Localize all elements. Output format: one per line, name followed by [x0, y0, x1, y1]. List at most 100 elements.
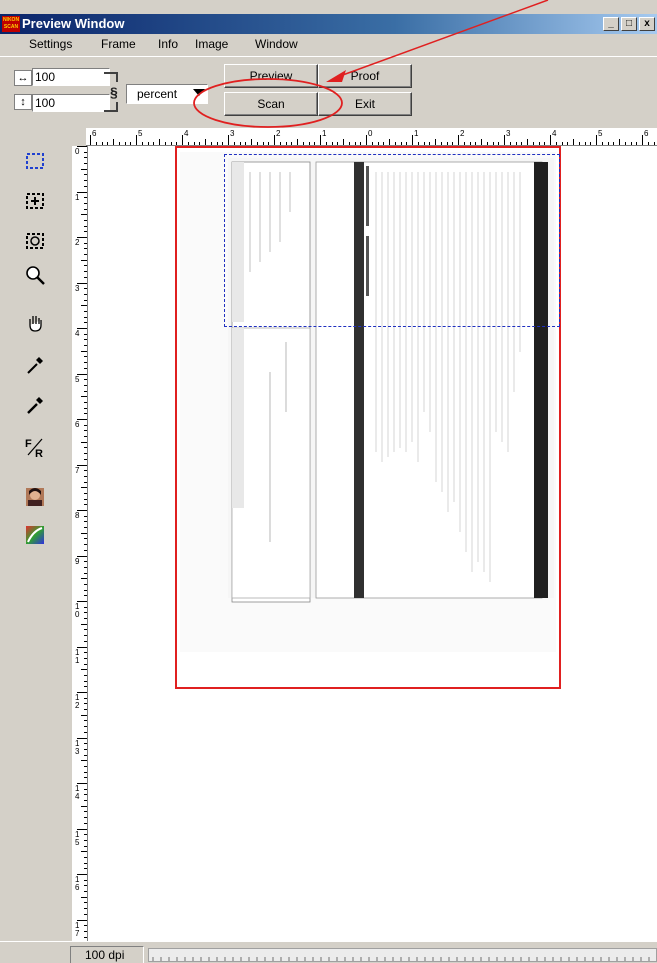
- ruler-tick: [343, 139, 344, 145]
- menu-window[interactable]: Window: [255, 37, 298, 51]
- eyedropper-alt-icon[interactable]: [24, 394, 46, 416]
- menu-info[interactable]: Info: [158, 37, 178, 51]
- dpi-indicator: 100 dpi: [70, 946, 144, 963]
- ruler-left-label: 1: [75, 192, 80, 202]
- ruler-tick: [383, 142, 385, 145]
- preview-canvas[interactable]: [88, 146, 657, 941]
- chevron-down-icon[interactable]: [193, 89, 205, 96]
- ruler-tick: [84, 703, 87, 705]
- ruler-tick: [532, 142, 534, 145]
- ruler-tick: [84, 384, 87, 386]
- ruler-tick: [84, 401, 87, 403]
- ruler-tick: [84, 157, 87, 159]
- close-button[interactable]: x: [639, 17, 655, 31]
- ruler-tick: [84, 709, 87, 711]
- ruler-tick: [84, 527, 87, 529]
- ruler-tick: [81, 805, 87, 807]
- minimize-button[interactable]: _: [603, 17, 619, 31]
- ruler-tick: [84, 612, 87, 614]
- menu-image[interactable]: Image: [195, 37, 228, 51]
- ruler-tick: [613, 142, 615, 145]
- ruler-tick: [141, 142, 143, 145]
- ruler-tick: [77, 282, 87, 284]
- curves-icon[interactable]: [24, 524, 46, 546]
- ruler-tick: [170, 142, 172, 145]
- ruler-tick: [274, 135, 275, 145]
- ruler-tick: [233, 142, 235, 145]
- ruler-tick: [394, 142, 396, 145]
- ruler-tick: [653, 142, 655, 145]
- ruler-tick: [636, 142, 638, 145]
- preview-window: NIKON SCAN Preview Window _ □ x Settings …: [0, 0, 657, 963]
- ruler-tick: [84, 862, 87, 864]
- horizontal-scrollbar[interactable]: [148, 948, 657, 962]
- ruler-tick: [84, 589, 87, 591]
- ruler-top-label: 4: [184, 129, 189, 138]
- ruler-left-label: 1 3: [75, 738, 80, 756]
- ruler-tick: [77, 828, 87, 830]
- ruler-tick: [101, 142, 103, 145]
- maximize-button[interactable]: □: [621, 17, 637, 31]
- width-arrows-icon: ↔: [14, 70, 32, 86]
- ruler-tick: [159, 139, 160, 145]
- ruler-tick: [308, 142, 310, 145]
- window-title: Preview Window: [22, 16, 125, 31]
- ruler-tick: [84, 908, 87, 910]
- ruler-tick: [77, 646, 87, 648]
- ruler-tick: [337, 142, 339, 145]
- selection-rectangle[interactable]: [224, 154, 560, 327]
- ruler-tick: [84, 566, 87, 568]
- ruler-tick: [136, 135, 137, 145]
- ruler-left-label: 1 1: [75, 647, 80, 665]
- ruler-tick: [84, 788, 87, 790]
- chain-link-icon[interactable]: §: [110, 82, 120, 102]
- ruler-tick: [325, 142, 327, 145]
- ruler-tick: [417, 142, 419, 145]
- marquee-select-icon[interactable]: [24, 150, 46, 172]
- ruler-top-label: 5: [138, 129, 143, 138]
- ruler-tick: [84, 447, 87, 449]
- ruler-tick: [550, 135, 551, 145]
- ruler-tick: [84, 498, 87, 500]
- rotate-selection-icon[interactable]: [24, 230, 46, 252]
- ruler-tick: [567, 142, 569, 145]
- ruler-tick: [84, 163, 87, 165]
- unit-select[interactable]: percent: [126, 84, 208, 104]
- ruler-top-label: 6: [644, 129, 649, 138]
- menu-settings[interactable]: Settings: [29, 37, 72, 51]
- hand-pan-icon[interactable]: [24, 312, 46, 334]
- width-input[interactable]: 100: [32, 68, 110, 86]
- ruler-tick: [84, 481, 87, 483]
- ruler-tick: [81, 305, 87, 307]
- proof-button[interactable]: Proof: [318, 64, 412, 88]
- ruler-tick: [584, 142, 586, 145]
- ruler-tick: [84, 288, 87, 290]
- ruler-tick: [77, 874, 87, 875]
- preview-button[interactable]: Preview: [224, 64, 318, 88]
- ruler-tick: [187, 142, 189, 145]
- ruler-tick: [578, 142, 580, 145]
- scan-button[interactable]: Scan: [224, 92, 318, 116]
- zoom-magnifier-icon[interactable]: [24, 264, 46, 286]
- ruler-tick: [302, 142, 304, 145]
- exit-button[interactable]: Exit: [318, 92, 412, 116]
- add-selection-icon[interactable]: [24, 190, 46, 212]
- ruler-tick: [77, 783, 87, 784]
- ruler-tick: [84, 817, 87, 819]
- height-input[interactable]: 100: [32, 94, 110, 112]
- ruler-left-label: 8: [75, 511, 80, 520]
- ruler-tick: [561, 142, 563, 145]
- image-thumbnail-icon[interactable]: [24, 486, 46, 508]
- ruler-tick: [81, 760, 87, 762]
- menu-frame[interactable]: Frame: [101, 37, 136, 51]
- ruler-tick: [81, 623, 87, 625]
- eyedropper-icon[interactable]: [24, 354, 46, 376]
- ruler-tick: [84, 208, 87, 210]
- ruler-tick: [84, 549, 87, 551]
- title-bar[interactable]: NIKON SCAN Preview Window _ □ x: [0, 14, 657, 34]
- flip-rotate-icon[interactable]: FR: [24, 436, 46, 458]
- ruler-tick: [77, 692, 87, 693]
- ruler-left-label: 2: [75, 238, 80, 247]
- ruler-tick: [642, 135, 643, 145]
- ruler-top-label: 2: [460, 129, 465, 138]
